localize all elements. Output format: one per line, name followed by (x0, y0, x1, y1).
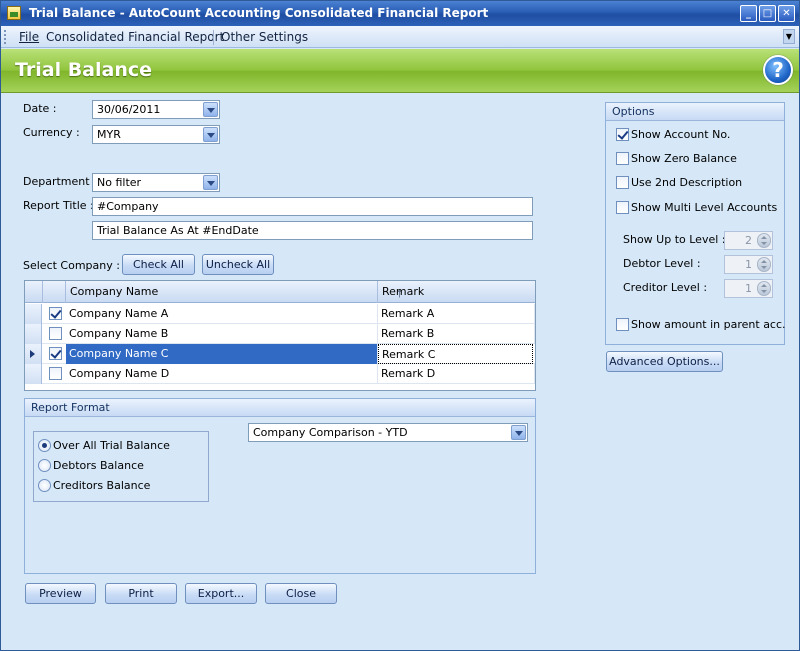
radio-over-all-trial-balance[interactable] (38, 439, 51, 452)
main-window: Trial Balance - AutoCount Accounting Con… (0, 0, 800, 651)
table-row[interactable]: Company Name B Remark B (25, 324, 535, 344)
options-title: Options (606, 103, 784, 121)
report-title-input-2[interactable]: Trial Balance As At #EndDate (92, 221, 533, 240)
current-row-icon (30, 350, 35, 358)
options-group: Options Show Account No. Show Zero Balan… (605, 102, 786, 345)
spinner-arrows-icon[interactable] (757, 233, 771, 248)
department-select[interactable]: No filter (92, 173, 220, 192)
menu-other-settings[interactable]: Other Settings (221, 30, 308, 44)
company-name-cell[interactable]: Company Name D (66, 364, 378, 384)
window-title: Trial Balance - AutoCount Accounting Con… (29, 6, 489, 20)
report-format-group: Report Format Over All Trial Balance Deb… (24, 398, 536, 574)
remark-cell[interactable]: Remark C (378, 344, 533, 364)
debtor-level-spinner[interactable]: 1 (724, 255, 773, 274)
debtors-balance-label[interactable]: Debtors Balance (53, 459, 144, 472)
grid-check-header[interactable] (43, 281, 66, 303)
row-checkbox[interactable] (49, 307, 62, 320)
menu-file[interactable]: File (19, 30, 39, 44)
spinner-arrows-icon[interactable] (757, 257, 771, 272)
creditor-level-label: Creditor Level : (623, 281, 708, 294)
row-checkbox[interactable] (49, 327, 62, 340)
remark-cell[interactable]: Remark D (378, 364, 535, 384)
show-amount-parent-label[interactable]: Show amount in parent acc. (631, 318, 786, 331)
show-up-to-level-spinner[interactable]: 2 (724, 231, 773, 250)
maximize-button[interactable]: □ (759, 5, 776, 22)
creditors-balance-label[interactable]: Creditors Balance (53, 479, 150, 492)
use-2nd-description-label[interactable]: Use 2nd Description (631, 176, 742, 189)
column-remark[interactable]: Remark (378, 281, 535, 303)
chevron-down-icon[interactable]: ▼ (783, 29, 795, 44)
grid-corner (25, 281, 43, 303)
column-company-name[interactable]: Company Name 🡑 (66, 281, 402, 303)
close-window-button[interactable]: ✕ (778, 5, 795, 22)
row-header[interactable] (25, 344, 42, 364)
grid-header: Company Name 🡑 Remark (25, 281, 535, 303)
check-all-button[interactable]: Check All (122, 254, 195, 275)
company-name-cell[interactable]: Company Name B (66, 324, 378, 344)
show-up-to-level-label: Show Up to Level : (623, 233, 726, 246)
minimize-button[interactable]: _ (740, 5, 757, 22)
company-name-cell[interactable]: Company Name C (66, 344, 378, 364)
date-label: Date : (23, 102, 57, 115)
radio-creditors-balance[interactable] (38, 479, 51, 492)
preview-button[interactable]: Preview (25, 583, 96, 604)
show-multi-level-checkbox[interactable] (616, 201, 629, 214)
row-checkbox[interactable] (49, 347, 62, 360)
report-format-title: Report Format (25, 399, 535, 417)
row-checkbox[interactable] (49, 367, 62, 380)
currency-label: Currency : (23, 126, 80, 139)
show-zero-balance-checkbox[interactable] (616, 152, 629, 165)
table-row[interactable]: Company Name C Remark C (25, 344, 535, 364)
table-row[interactable]: Company Name D Remark D (25, 364, 535, 384)
chevron-down-icon[interactable] (203, 102, 218, 117)
company-grid: Company Name 🡑 Remark Company Name A Rem… (24, 280, 536, 391)
debtor-level-label: Debtor Level : (623, 257, 701, 270)
uncheck-all-button[interactable]: Uncheck All (202, 254, 274, 275)
export-button[interactable]: Export... (185, 583, 257, 604)
company-name-cell[interactable]: Company Name A (66, 304, 378, 324)
currency-select[interactable]: MYR (92, 125, 220, 144)
show-account-no-label[interactable]: Show Account No. (631, 128, 730, 141)
show-account-no-checkbox[interactable] (616, 128, 629, 141)
menu-bar: File Consolidated Financial Report Other… (1, 26, 799, 48)
menu-consolidated-report[interactable]: Consolidated Financial Report (46, 30, 224, 44)
table-row[interactable]: Company Name A Remark A (25, 304, 535, 324)
chevron-down-icon[interactable] (203, 127, 218, 142)
menu-separator (213, 30, 214, 45)
row-header[interactable] (25, 364, 42, 384)
page-header: Trial Balance ? (1, 49, 799, 93)
chevron-down-icon[interactable] (203, 175, 218, 190)
app-icon (7, 6, 21, 20)
help-icon[interactable]: ? (763, 55, 793, 85)
remark-cell[interactable]: Remark A (378, 304, 535, 324)
comparison-select[interactable]: Company Comparison - YTD (248, 423, 528, 442)
report-title-input-1[interactable]: #Company (92, 197, 533, 216)
creditor-level-spinner[interactable]: 1 (724, 279, 773, 298)
row-header[interactable] (25, 324, 42, 344)
department-label: Department : (23, 175, 97, 188)
show-amount-parent-checkbox[interactable] (616, 318, 629, 331)
advanced-options-button[interactable]: Advanced Options... (606, 351, 723, 372)
remark-cell[interactable]: Remark B (378, 324, 535, 344)
show-zero-balance-label[interactable]: Show Zero Balance (631, 152, 737, 165)
select-company-label: Select Company : (23, 259, 120, 272)
title-bar[interactable]: Trial Balance - AutoCount Accounting Con… (1, 1, 799, 26)
row-header[interactable] (25, 304, 42, 324)
over-all-trial-balance-label[interactable]: Over All Trial Balance (53, 439, 170, 452)
print-button[interactable]: Print (105, 583, 177, 604)
chevron-down-icon[interactable] (511, 425, 526, 440)
date-field[interactable]: 30/06/2011 (92, 100, 220, 119)
report-title-label: Report Title : (23, 199, 94, 212)
radio-debtors-balance[interactable] (38, 459, 51, 472)
page-title: Trial Balance (15, 59, 153, 81)
toolbar-grip-icon[interactable] (4, 30, 8, 44)
show-multi-level-label[interactable]: Show Multi Level Accounts (631, 201, 777, 214)
use-2nd-description-checkbox[interactable] (616, 176, 629, 189)
close-button[interactable]: Close (265, 583, 337, 604)
spinner-arrows-icon[interactable] (757, 281, 771, 296)
